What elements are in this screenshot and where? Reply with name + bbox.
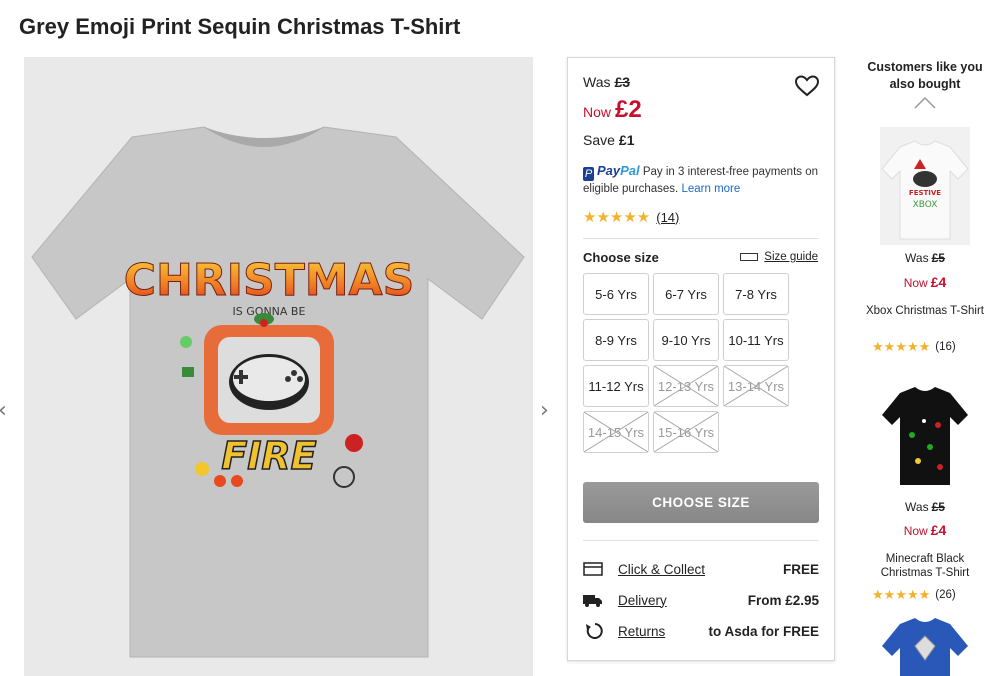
choose-size-label: Choose size bbox=[583, 250, 659, 265]
unavailable-cross-icon bbox=[654, 366, 718, 406]
size-grid: 5-6 Yrs 6-7 Yrs 7-8 Yrs 8-9 Yrs 9-10 Yrs 10-1… bbox=[583, 273, 823, 453]
shipping-row-delivery: Delivery From £2.95 bbox=[583, 592, 819, 608]
reco-item-image[interactable] bbox=[880, 616, 970, 676]
choose-size-button[interactable]: CHOOSE SIZE bbox=[583, 482, 819, 523]
was-price-row: Was £3 bbox=[583, 74, 630, 90]
unavailable-cross-icon bbox=[654, 412, 718, 452]
rating[interactable]: ★★★★★ (14) bbox=[583, 208, 679, 226]
save-row: Save £1 bbox=[583, 132, 635, 148]
returns-icon bbox=[586, 623, 603, 639]
reco-rating: ★★★★★ (16) bbox=[872, 339, 956, 354]
shipping-row-collect: Click & Collect FREE bbox=[583, 561, 819, 577]
now-label: Now bbox=[583, 104, 612, 120]
size-guide-link[interactable]: Size guide bbox=[740, 251, 818, 263]
paypal-message: P PayPal Pay in 3 interest-free payments … bbox=[583, 162, 828, 198]
reco-item-image[interactable] bbox=[880, 375, 970, 493]
size-option[interactable]: 15-16 Yrs bbox=[653, 411, 719, 453]
size-option[interactable]: 11-12 Yrs bbox=[583, 365, 649, 407]
now-price: £2 bbox=[615, 96, 642, 123]
reco-graphic-text: XBOX bbox=[913, 200, 938, 210]
reco-rating: ★★★★★ (26) bbox=[872, 587, 956, 602]
heart-icon[interactable] bbox=[794, 74, 820, 98]
divider bbox=[583, 540, 819, 541]
returns-value: to Asda for FREE bbox=[708, 623, 819, 639]
save-amount: £1 bbox=[618, 132, 635, 148]
divider bbox=[583, 238, 819, 239]
reco-item-name[interactable]: Xbox Christmas T-Shirt bbox=[864, 304, 986, 318]
delivery-link[interactable]: Delivery bbox=[618, 593, 748, 608]
size-option-label: 5-6 Yrs bbox=[595, 286, 637, 302]
was-label: Was bbox=[583, 74, 611, 90]
was-price: £3 bbox=[614, 74, 631, 90]
size-option[interactable]: 14-15 Yrs bbox=[583, 411, 649, 453]
click-collect-value: FREE bbox=[782, 561, 819, 577]
tshirt-image: CHRISTMAS IS GONNA BE FIRE bbox=[31, 126, 525, 658]
size-option-label: 7-8 Yrs bbox=[735, 286, 777, 302]
paypal-logo: PayPal bbox=[597, 163, 640, 178]
star-icon: ★★★★★ bbox=[872, 587, 931, 602]
click-collect-link[interactable]: Click & Collect bbox=[618, 562, 783, 577]
size-option-label: 8-9 Yrs bbox=[595, 332, 637, 348]
store-icon bbox=[583, 562, 603, 576]
size-option-label: 6-7 Yrs bbox=[665, 286, 707, 302]
next-image-arrow-icon[interactable]: › bbox=[540, 398, 549, 423]
reco-now-price: Now £4 bbox=[903, 274, 947, 290]
shipping-row-returns: Returns to Asda for FREE bbox=[583, 623, 819, 639]
prev-image-arrow-icon[interactable]: ‹ bbox=[0, 398, 7, 423]
size-option[interactable]: 9-10 Yrs bbox=[653, 319, 719, 361]
purchase-panel: Was £3 Now £2 Save £1 P PayPal Pay in 3 inte… bbox=[567, 57, 835, 661]
paypal-icon: P bbox=[583, 167, 594, 181]
size-option-label: 9-10 Yrs bbox=[661, 332, 711, 348]
shirt-text-christmas: CHRISTMAS bbox=[124, 255, 415, 306]
returns-link[interactable]: Returns bbox=[618, 624, 708, 639]
chevron-up-icon[interactable] bbox=[914, 97, 936, 109]
size-option[interactable]: 6-7 Yrs bbox=[653, 273, 719, 315]
size-option[interactable]: 10-11 Yrs bbox=[723, 319, 789, 361]
reco-item-image[interactable]: FESTIVE XBOX bbox=[880, 127, 970, 245]
reco-now-price: Now £4 bbox=[903, 522, 947, 538]
size-option[interactable]: 8-9 Yrs bbox=[583, 319, 649, 361]
review-count[interactable]: (14) bbox=[656, 210, 679, 225]
recommendations-title: Customers like you also bought bbox=[867, 60, 983, 91]
size-option-label: 11-12 Yrs bbox=[588, 378, 644, 394]
size-option[interactable]: 5-6 Yrs bbox=[583, 273, 649, 315]
page-title: Grey Emoji Print Sequin Christmas T-Shir… bbox=[19, 14, 461, 39]
save-label: Save bbox=[583, 132, 615, 148]
truck-icon bbox=[583, 595, 602, 607]
reco-was-price: Was £5 bbox=[905, 500, 945, 514]
rating-stars-icon: ★★★★★ bbox=[583, 209, 651, 226]
shirt-text-fire: FIRE bbox=[221, 434, 316, 478]
now-price-row: Now £2 bbox=[583, 96, 642, 124]
delivery-value: From £2.95 bbox=[747, 592, 819, 608]
ruler-icon bbox=[740, 253, 759, 261]
reco-was-price: Was £5 bbox=[905, 251, 945, 265]
product-image[interactable]: CHRISTMAS IS GONNA BE FIRE bbox=[24, 57, 533, 676]
size-option-label: 10-11 Yrs bbox=[728, 332, 784, 348]
learn-more-link[interactable]: Learn more bbox=[681, 183, 740, 195]
reco-item-name[interactable]: Minecraft Black Christmas T-Shirt bbox=[864, 552, 986, 580]
unavailable-cross-icon bbox=[584, 412, 648, 452]
size-option[interactable]: 13-14 Yrs bbox=[723, 365, 789, 407]
star-icon: ★★★★★ bbox=[872, 339, 931, 354]
reco-graphic-text: FESTIVE bbox=[909, 189, 941, 197]
unavailable-cross-icon bbox=[724, 366, 788, 406]
size-option[interactable]: 7-8 Yrs bbox=[723, 273, 789, 315]
size-option[interactable]: 12-13 Yrs bbox=[653, 365, 719, 407]
